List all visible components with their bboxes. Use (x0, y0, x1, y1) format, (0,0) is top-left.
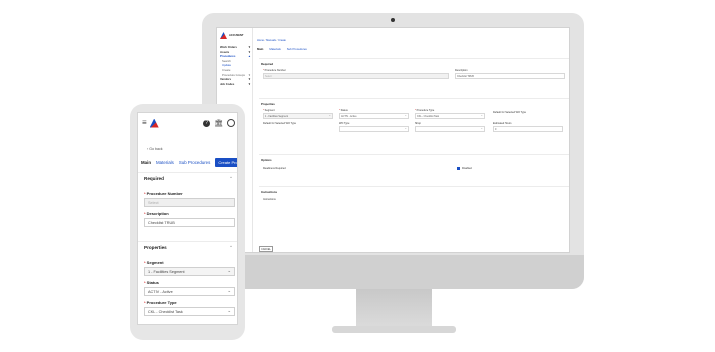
properties-card: Properties Segment 1 - Facilities Segmen… (259, 98, 569, 148)
required-header[interactable]: Required ⌃ (138, 173, 237, 182)
procedure-number-field[interactable]: Select (144, 198, 235, 207)
chevron-down-icon: ▾ (248, 81, 250, 86)
options-title: Options (261, 158, 272, 162)
cancel-button[interactable]: CANCEL (259, 246, 273, 252)
tab-main[interactable]: Main (141, 160, 151, 165)
instructions-card: Instructions Instructions (259, 186, 569, 236)
status-select[interactable]: ACTIV - Active (339, 113, 409, 119)
options-card: Options Readiness Required Disabled (259, 154, 569, 182)
status-label: Status (144, 280, 159, 285)
description-label: Description (455, 69, 468, 72)
chevron-up-icon: ▴ (248, 54, 250, 59)
estimated-hours-field[interactable]: 0 (493, 126, 563, 132)
mobile-tabs: Main Materials Sub Procedures Create Pro… (141, 157, 237, 167)
monitor-neck (356, 289, 432, 329)
mobile-required-section: Required⌃ Procedure Number Select Descri… (138, 172, 237, 236)
monitor-chin (202, 255, 584, 289)
estimated-hours-label: Estimated Hours (493, 122, 512, 125)
desktop-nav: Work Orders ▾ Assets ▾ Procedures ▴ Search … (217, 45, 252, 86)
tab-main[interactable]: Main (257, 47, 263, 51)
tab-materials[interactable]: Materials (156, 160, 174, 165)
instructions-field[interactable]: Instructions (263, 198, 276, 201)
hamburger-menu-icon[interactable]: ≡ (142, 119, 147, 127)
description-label: Description (144, 211, 169, 216)
help-icon[interactable]: ? (203, 119, 211, 127)
default-wo-type-checkbox-label[interactable]: Default for Selected WO Type (263, 122, 296, 125)
logo-icon[interactable] (149, 118, 159, 128)
status-select[interactable]: ACTIV - Active (144, 287, 235, 296)
go-back-link[interactable]: ‹ Go back (147, 147, 163, 151)
tab-sub-procedures[interactable]: Sub Procedures (179, 160, 211, 165)
chevron-up-icon: ⌃ (229, 245, 233, 250)
topbar-icons: ? 🏛 (203, 119, 235, 127)
procedure-type-select[interactable]: CKL - Checklist Task (144, 307, 235, 316)
mobile-topbar: ≡ ? 🏛 (138, 113, 237, 133)
brand-name: ACCUSENT (229, 34, 244, 37)
procedure-type-label: Procedure Type (415, 109, 435, 112)
tab-sub-procedures[interactable]: Sub Procedures (287, 47, 307, 51)
instructions-title: Instructions (261, 190, 278, 194)
segment-select[interactable]: 1 - Facilities Segment (263, 113, 333, 119)
breadcrumb-item: Create (278, 39, 286, 42)
disabled-checkbox[interactable] (457, 167, 460, 170)
desktop-monitor: ACCUSENT Work Orders ▾ Assets ▾ Procedures… (202, 13, 584, 289)
wo-type-select[interactable] (339, 126, 409, 132)
segment-label: Segment (144, 260, 164, 265)
showcase: ACCUSENT Work Orders ▾ Assets ▾ Procedures… (0, 0, 715, 352)
procedure-type-label: Procedure Type (144, 300, 177, 305)
avatar-icon[interactable] (227, 119, 235, 127)
procedure-type-select[interactable]: CKL - Checklist Task (415, 113, 485, 119)
segment-label: Segment (263, 109, 275, 112)
chevron-up-icon: ⌃ (229, 176, 233, 181)
logo-icon (220, 32, 227, 39)
readiness-required-label: Readiness Required (263, 167, 286, 170)
building-icon[interactable]: 🏛 (214, 120, 223, 127)
mobile-phone: ≡ ? 🏛 ‹ Go back Main Materials Sub Proce… (130, 104, 245, 340)
procedure-number-label: Procedure Number (263, 69, 286, 72)
breadcrumb: Home / Manuals / Create (257, 39, 286, 42)
camera-dot (391, 18, 395, 22)
procedure-number-label: Procedure Number (144, 191, 183, 196)
desktop-main: Home / Manuals / Create Main Materials S… (257, 28, 569, 252)
description-field[interactable]: Checklist TRUB (455, 73, 565, 79)
status-label: Status (339, 109, 348, 112)
properties-header[interactable]: Properties ⌃ (138, 242, 237, 251)
procedure-number-field[interactable]: Select (263, 73, 449, 79)
create-procedure-button[interactable]: Create Procedure (215, 157, 237, 167)
disabled-label: Disabled (462, 167, 472, 170)
mobile-screen: ≡ ? 🏛 ‹ Go back Main Materials Sub Proce… (137, 112, 238, 325)
description-field[interactable]: Checklist TRUB (144, 218, 235, 227)
default-wo-type-note: Default for Selected WO Type (493, 111, 527, 114)
breadcrumb-item[interactable]: Home (257, 39, 264, 42)
mobile-properties-section: Properties⌃ Segment 1 - Facilities Segme… (138, 241, 237, 324)
desktop-brand[interactable]: ACCUSENT (217, 28, 252, 45)
properties-title: Properties (261, 102, 275, 106)
tab-materials[interactable]: Materials (269, 47, 280, 51)
desktop-tabs: Main Materials Sub Procedures (257, 47, 569, 51)
nav-item-job-codes[interactable]: Job Codes ▾ (220, 82, 252, 87)
breadcrumb-item[interactable]: Manuals (266, 39, 276, 42)
required-title: Required (261, 62, 274, 66)
required-card: Required Procedure Number Select Descrip… (259, 58, 569, 94)
wo-type-label: WO Type (339, 122, 350, 125)
monitor-foot (332, 326, 456, 333)
shop-label: Shop (415, 122, 421, 125)
desktop-screen: ACCUSENT Work Orders ▾ Assets ▾ Procedures… (216, 27, 570, 253)
shop-select[interactable] (415, 126, 485, 132)
segment-select[interactable]: 1 - Facilities Segment (144, 267, 235, 276)
